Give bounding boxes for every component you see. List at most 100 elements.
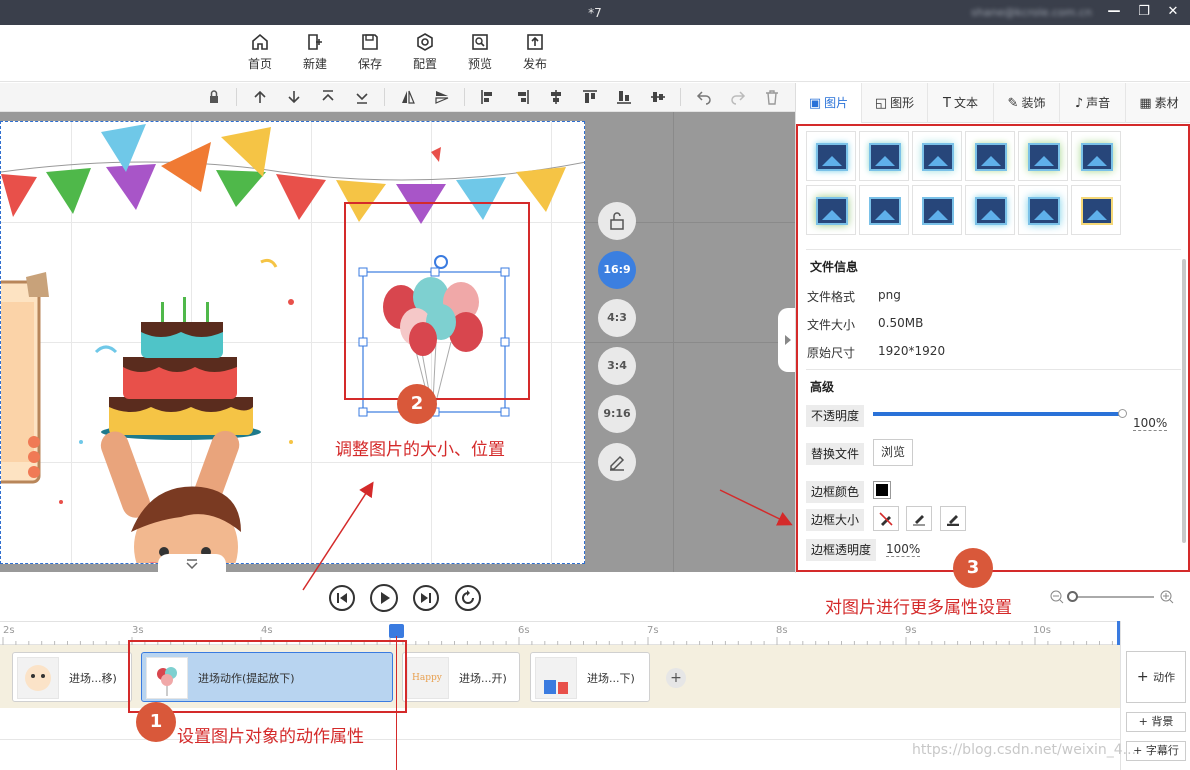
tab-decoration[interactable]: ✎ 装饰: [994, 83, 1060, 123]
add-action-label: 动作: [1153, 671, 1176, 684]
edit-toolbar: [0, 83, 795, 112]
redo-icon[interactable]: [730, 89, 746, 105]
collapse-stage-tab[interactable]: [158, 554, 226, 572]
home-button[interactable]: 首页: [240, 33, 280, 72]
previous-button[interactable]: [329, 585, 355, 611]
birthday-kid-illustration: [1, 258, 294, 563]
close-button[interactable]: ✕: [1163, 3, 1183, 21]
unlock-icon: [610, 212, 624, 230]
text-icon: T: [943, 96, 951, 111]
track-divider: [0, 739, 1120, 740]
clip-label: 进场...下): [587, 672, 635, 685]
replay-icon: [462, 590, 474, 604]
annotation-text-3: 对图片进行更多属性设置: [825, 598, 1012, 618]
save-button[interactable]: 保存: [350, 33, 390, 72]
tab-text-label: 文本: [953, 96, 978, 110]
toolbar-divider: [680, 88, 681, 106]
annotation-highlight-image: [344, 202, 530, 400]
delete-icon[interactable]: [764, 89, 780, 105]
tab-sound[interactable]: ♪ 声音: [1060, 83, 1126, 123]
zoom-out-icon[interactable]: [1050, 590, 1064, 604]
tab-image-label: 图片: [824, 96, 849, 110]
bring-to-front-icon[interactable]: [320, 89, 336, 105]
align-top-icon[interactable]: [582, 89, 598, 105]
replay-button[interactable]: [455, 585, 481, 611]
panel-collapse-handle[interactable]: [778, 308, 795, 372]
tab-material-label: 素材: [1154, 96, 1179, 110]
chevron-down-icon: [186, 559, 198, 569]
custom-ratio-button[interactable]: [598, 443, 636, 481]
ratio-9-16-button[interactable]: 9:16: [598, 395, 636, 433]
align-center-v-icon[interactable]: [650, 89, 666, 105]
timeline-clip[interactable]: Happy 进场...开): [402, 652, 520, 702]
account-email: shane@kcrole.com.cn: [971, 6, 1092, 19]
publish-label: 发布: [522, 57, 547, 71]
align-bottom-icon[interactable]: [616, 89, 632, 105]
align-left-icon[interactable]: [480, 89, 496, 105]
send-to-back-icon[interactable]: [354, 89, 370, 105]
annotation-badge-1: 1: [136, 702, 176, 742]
shape-icon: ◱: [874, 96, 888, 111]
zoom-slider-handle[interactable]: [1067, 591, 1078, 602]
panel-tabs: ▣ 图片 ◱ 图形 T 文本 ✎ 装饰 ♪ 声音 ▦ 素材: [796, 83, 1190, 123]
move-down-icon[interactable]: [286, 89, 302, 105]
tab-image[interactable]: ▣ 图片: [796, 83, 862, 123]
annotation-text-1: 设置图片对象的动作属性: [177, 727, 364, 747]
add-action-button[interactable]: + 动作: [1126, 651, 1186, 703]
publish-button[interactable]: 发布: [515, 33, 555, 72]
annotation-highlight-panel: [796, 124, 1190, 572]
tick-label: 8s: [776, 625, 788, 636]
guide-line: [585, 342, 795, 343]
preview-label: 预览: [467, 57, 492, 71]
annotation-highlight-clip: [128, 640, 407, 713]
play-icon: [381, 592, 390, 604]
play-button[interactable]: [370, 584, 398, 612]
move-up-icon[interactable]: [252, 89, 268, 105]
config-label: 配置: [412, 57, 437, 71]
minimize-button[interactable]: —: [1104, 3, 1124, 21]
annotation-badge-2: 2: [397, 384, 437, 424]
timeline-clip[interactable]: 进场...移): [12, 652, 132, 702]
tab-shape[interactable]: ◱ 图形: [862, 83, 928, 123]
align-center-h-icon[interactable]: [548, 89, 564, 105]
preview-icon: [472, 34, 488, 50]
add-clip-button[interactable]: +: [666, 668, 686, 688]
config-button[interactable]: 配置: [405, 33, 445, 72]
clip-thumbnail: [17, 657, 59, 699]
add-background-button[interactable]: + 背景: [1126, 712, 1186, 732]
toolbar-divider: [384, 88, 385, 106]
clip-label: 进场...开): [459, 672, 507, 685]
publish-icon: [527, 34, 543, 50]
svg-text:Happy: Happy: [412, 673, 443, 683]
annotation-badge-3: 3: [953, 548, 993, 588]
tab-text[interactable]: T 文本: [928, 83, 994, 123]
new-file-icon: [308, 34, 322, 50]
clip-label: 进场...移): [69, 672, 117, 685]
tick-label: 9s: [905, 625, 917, 636]
sound-icon: ♪: [1074, 96, 1084, 111]
new-button[interactable]: 新建: [295, 33, 335, 72]
tick-label: 7s: [647, 625, 659, 636]
ratio-3-4-button[interactable]: 3:4: [598, 347, 636, 385]
flip-horizontal-icon[interactable]: [400, 89, 416, 105]
ratio-4-3-button[interactable]: 4:3: [598, 299, 636, 337]
tab-material[interactable]: ▦ 素材: [1126, 83, 1190, 123]
timeline-clip[interactable]: 进场...下): [530, 652, 650, 702]
lock-icon[interactable]: [206, 89, 222, 105]
tab-shape-label: 图形: [890, 96, 915, 110]
align-right-icon[interactable]: [514, 89, 530, 105]
undo-icon[interactable]: [696, 89, 712, 105]
restore-button[interactable]: ❐: [1134, 3, 1154, 21]
ratio-16-9-button[interactable]: 16:9: [598, 251, 636, 289]
skip-back-icon: [337, 593, 347, 603]
lock-ratio-button[interactable]: [598, 202, 636, 240]
watermark: https://blog.csdn.net/weixin_4...: [912, 742, 1137, 758]
next-button[interactable]: [413, 585, 439, 611]
pencil-icon: [610, 455, 625, 471]
add-subtitle-label: 字幕行: [1145, 744, 1179, 757]
zoom-slider[interactable]: [1067, 591, 1154, 602]
tick-label: 4s: [261, 625, 273, 636]
flip-vertical-icon[interactable]: [434, 89, 450, 105]
preview-button[interactable]: 预览: [460, 33, 500, 72]
zoom-in-icon[interactable]: [1160, 590, 1174, 604]
